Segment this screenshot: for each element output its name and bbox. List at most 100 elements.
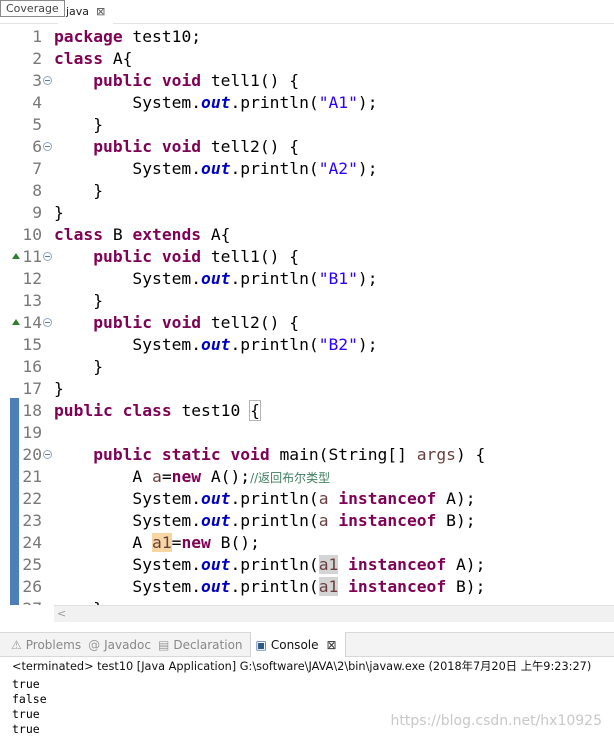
- code-token: A{: [103, 49, 133, 68]
- code-line[interactable]: 9}: [0, 202, 614, 224]
- code-line[interactable]: 2 class A{: [0, 48, 614, 70]
- view-tab-label: Declaration: [173, 637, 243, 652]
- code-token: .println(: [230, 335, 319, 354]
- code-token: B();: [210, 533, 260, 552]
- code-token: instanceof: [338, 511, 437, 530]
- code-line[interactable]: 26 System.out.println(a1 instanceof B);: [0, 576, 614, 598]
- code-line[interactable]: 1 package test10;: [0, 26, 614, 48]
- code-line[interactable]: 6 public void tell2() {: [0, 136, 614, 158]
- close-icon[interactable]: ⊠: [96, 0, 105, 24]
- fold-collapse-icon[interactable]: [43, 252, 52, 261]
- editor-tab-strip: Coverage java ⊠: [0, 0, 614, 24]
- code-token: A);: [446, 555, 486, 574]
- code-line[interactable]: 7 System.out.println("A2");: [0, 158, 614, 180]
- console-icon: ▣: [255, 637, 267, 652]
- close-icon[interactable]: ⊠: [327, 638, 337, 652]
- code-token: out: [201, 489, 231, 508]
- code-token: A: [54, 467, 153, 486]
- fold-collapse-icon[interactable]: [43, 450, 52, 459]
- code-token: .println(: [230, 577, 319, 596]
- code-line[interactable]: 27 }: [0, 598, 614, 605]
- tab-declaration[interactable]: ▤ Declaration: [158, 633, 250, 657]
- fold-collapse-icon[interactable]: [43, 142, 52, 151]
- code-text: A a1=new B();: [54, 532, 260, 554]
- code-token: out: [201, 511, 231, 530]
- code-text: }: [54, 180, 103, 202]
- code-token: a: [152, 467, 162, 486]
- code-token: A();: [201, 467, 251, 486]
- view-tab-label: Problems: [25, 637, 82, 652]
- code-token: A);: [436, 489, 476, 508]
- code-token: A: [54, 533, 153, 552]
- code-token: main(String[]: [269, 445, 417, 464]
- code-token: System.: [54, 269, 202, 288]
- code-line[interactable]: 13 }: [0, 290, 614, 312]
- line-number: 10: [22, 225, 42, 244]
- code-line[interactable]: 25 System.out.println(a1 instanceof A);: [0, 554, 614, 576]
- code-text: package test10;: [54, 26, 201, 48]
- code-token: System.: [54, 159, 202, 178]
- code-line[interactable]: 23 System.out.println(a instanceof B);: [0, 510, 614, 532]
- code-token: test10: [171, 401, 251, 420]
- line-number: 9: [32, 203, 42, 222]
- code-token: new: [171, 467, 202, 486]
- code-token: System.: [54, 577, 202, 596]
- code-token: );: [357, 93, 378, 112]
- tab-problems[interactable]: ⚠ Problems: [11, 633, 88, 657]
- line-number: 27: [20, 598, 42, 605]
- code-token: B);: [446, 577, 486, 596]
- code-line[interactable]: 5 }: [0, 114, 614, 136]
- code-editor[interactable]: 1 package test10; 2 class A{3 public void t…: [0, 24, 614, 605]
- code-line[interactable]: 19: [0, 422, 614, 444]
- code-text: A a=new A();//返回布尔类型: [54, 466, 330, 489]
- code-line[interactable]: 16 }: [0, 356, 614, 378]
- fold-collapse-icon[interactable]: [43, 318, 52, 327]
- horizontal-scrollbar[interactable]: <: [54, 605, 614, 622]
- code-token: a1: [152, 533, 172, 552]
- code-text: System.out.println("B2");: [54, 334, 377, 356]
- code-line[interactable]: 20 public static void main(String[] args…: [0, 444, 614, 466]
- override-marker-icon: [12, 319, 20, 325]
- scroll-left-icon[interactable]: <: [57, 606, 66, 622]
- code-text: System.out.println(a instanceof B);: [54, 510, 475, 532]
- line-number: 4: [32, 93, 42, 112]
- code-token: new: [181, 533, 211, 552]
- tab-javadoc[interactable]: @ Javadoc: [88, 633, 158, 657]
- code-text: }: [54, 290, 103, 312]
- console-view[interactable]: <terminated> test10 [Java Application] G…: [0, 657, 614, 743]
- console-output-line: true: [12, 677, 40, 691]
- code-line[interactable]: 15 System.out.println("B2");: [0, 334, 614, 356]
- line-number: 23: [22, 511, 42, 530]
- editor-tab-label: java: [66, 5, 90, 18]
- code-line[interactable]: 12 System.out.println("B1");: [0, 268, 614, 290]
- code-text: }: [54, 114, 103, 136]
- code-token: );: [357, 269, 378, 288]
- code-line[interactable]: 10 class B extends A{: [0, 224, 614, 246]
- code-line[interactable]: 8 }: [0, 180, 614, 202]
- code-token: );: [357, 159, 378, 178]
- override-marker-icon: [12, 253, 20, 259]
- code-line[interactable]: 17}: [0, 378, 614, 400]
- code-line[interactable]: 22 System.out.println(a instanceof A);: [0, 488, 614, 510]
- code-line[interactable]: 14 public void tell2() {: [0, 312, 614, 334]
- code-line[interactable]: 24 A a1=new B();: [0, 532, 614, 554]
- code-line[interactable]: 18 public class test10 {: [0, 400, 614, 422]
- code-line[interactable]: 21 A a=new A();//返回布尔类型: [0, 466, 614, 488]
- fold-collapse-icon[interactable]: [43, 76, 52, 85]
- console-header: <terminated> test10 [Java Application] G…: [12, 660, 592, 673]
- tab-console[interactable]: ▣ Console ⊠: [249, 632, 346, 657]
- line-number: 21: [22, 467, 42, 486]
- code-line[interactable]: 4 System.out.println("A1");: [0, 92, 614, 114]
- code-token: "A2": [318, 159, 358, 178]
- code-line[interactable]: 3 public void tell1() {: [0, 70, 614, 92]
- editor-tab-java[interactable]: java ⊠: [58, 0, 114, 24]
- line-number: 19: [22, 423, 42, 442]
- code-token: out: [201, 555, 231, 574]
- code-token: .println(: [230, 93, 319, 112]
- code-line[interactable]: 11 public void tell1() {: [0, 246, 614, 268]
- code-token: out: [201, 335, 231, 354]
- view-tab-label: Javadoc: [104, 637, 151, 652]
- code-text: public void tell1() {: [54, 246, 299, 268]
